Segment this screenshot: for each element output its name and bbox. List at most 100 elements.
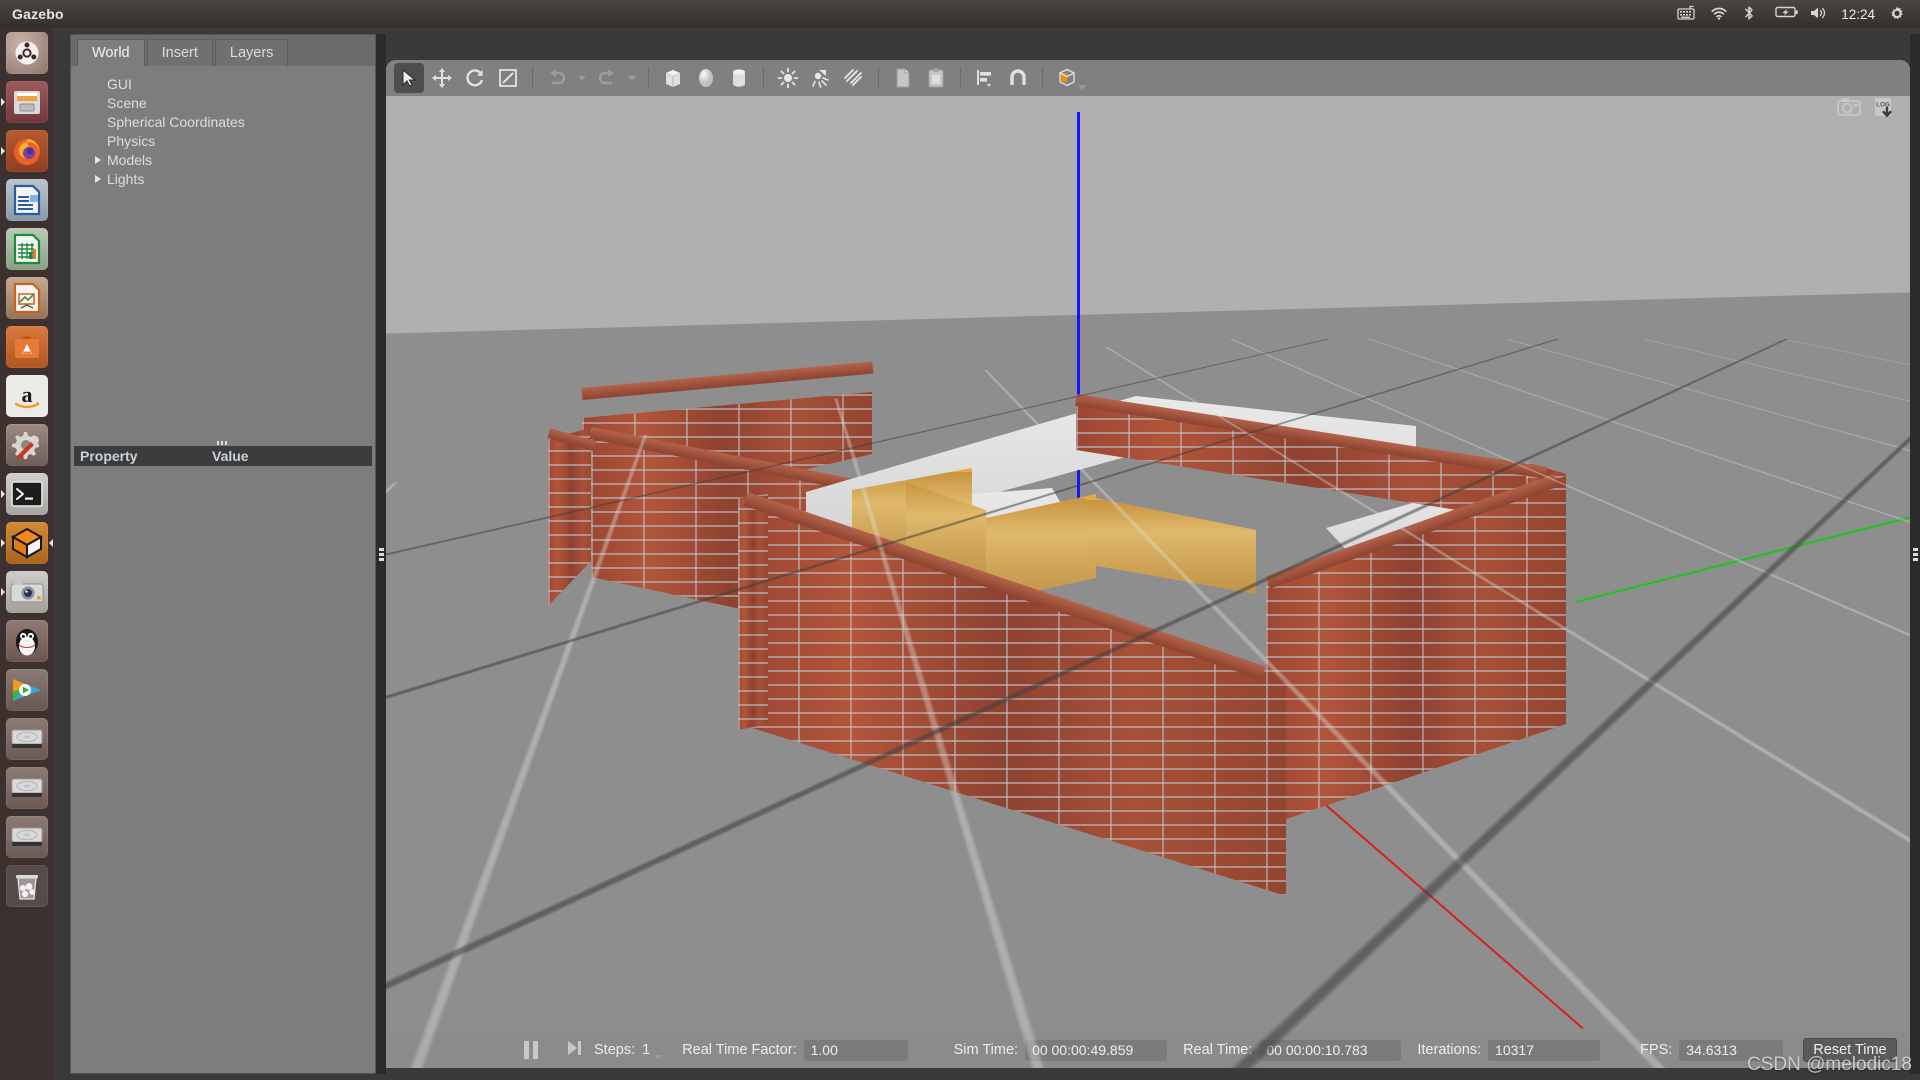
tab-layers-label: Layers xyxy=(229,45,274,61)
insert-point-light-button[interactable] xyxy=(773,63,803,93)
undo-history-button[interactable] xyxy=(575,63,589,93)
tree-item-lights[interactable]: Lights xyxy=(89,169,375,188)
column-header-property: Property xyxy=(80,448,138,464)
tree-item-physics[interactable]: Physics xyxy=(89,131,375,150)
toolbar-separator xyxy=(960,67,961,89)
launcher-item-system-settings[interactable] xyxy=(0,420,54,469)
chevron-right-icon[interactable] xyxy=(89,156,107,164)
iterations-value: 10317 xyxy=(1488,1039,1601,1061)
launcher-item-camera[interactable] xyxy=(0,567,54,616)
wifi-icon[interactable] xyxy=(1709,5,1729,23)
snap-button[interactable] xyxy=(1003,63,1033,93)
toolbar-separator xyxy=(532,67,533,89)
real-time-value: 00 00:00:10.783 xyxy=(1259,1039,1402,1061)
launcher-item-libreoffice-impress[interactable] xyxy=(0,273,54,322)
tab-layers[interactable]: Layers xyxy=(214,39,289,66)
chevron-down-icon xyxy=(578,75,586,81)
steps-label: Steps: xyxy=(594,1042,636,1058)
steps-value[interactable]: 1 xyxy=(642,1042,650,1058)
real-time-factor-label: Real Time Factor: xyxy=(682,1042,797,1058)
tree-item-gui-label: GUI xyxy=(107,75,132,92)
gear-icon[interactable] xyxy=(1888,5,1908,23)
chevron-down-icon[interactable] xyxy=(654,1055,663,1060)
redo-button[interactable] xyxy=(592,63,622,93)
rotate-mode-button[interactable] xyxy=(460,63,490,93)
launcher-item-disk-2[interactable] xyxy=(0,763,54,812)
system-tray: 12:24 xyxy=(1676,5,1920,23)
tree-item-spherical-coordinates[interactable]: Spherical Coordinates xyxy=(89,112,375,131)
launcher-item-libreoffice-writer[interactable] xyxy=(0,175,54,224)
world-tree: GUI Scene Spherical Coordinates Physics … xyxy=(71,66,375,188)
render-area[interactable]: LOG xyxy=(386,60,1910,1068)
launcher-item-firefox[interactable] xyxy=(0,126,54,175)
insert-directional-light-button[interactable] xyxy=(839,63,869,93)
tree-item-scene[interactable]: Scene xyxy=(89,93,375,112)
clock[interactable]: 12:24 xyxy=(1841,7,1875,22)
launcher-item-ubuntu-dash[interactable] xyxy=(0,28,54,77)
panel-tab-bar: World Insert Layers xyxy=(71,35,375,66)
insert-cylinder-button[interactable] xyxy=(724,63,754,93)
translate-mode-button[interactable] xyxy=(427,63,457,93)
bluetooth-icon[interactable] xyxy=(1742,5,1762,23)
launcher-item-qq[interactable] xyxy=(0,616,54,665)
tab-world[interactable]: World xyxy=(77,39,145,66)
viewport-icon-group: LOG xyxy=(1836,96,1896,125)
launcher-item-media-player[interactable] xyxy=(0,665,54,714)
toolbar-separator xyxy=(648,67,649,89)
splitter-grip-icon xyxy=(378,547,384,561)
insert-sphere-button[interactable] xyxy=(691,63,721,93)
launcher-item-ubuntu-software[interactable] xyxy=(0,322,54,371)
screenshot-button[interactable] xyxy=(1836,96,1862,125)
keyboard-icon[interactable] xyxy=(1676,5,1696,23)
launcher-item-terminal[interactable] xyxy=(0,469,54,518)
launcher-item-trash[interactable] xyxy=(0,861,54,910)
battery-icon[interactable] xyxy=(1775,5,1799,23)
launcher-item-gazebo[interactable] xyxy=(0,518,54,567)
select-mode-button[interactable] xyxy=(394,63,424,93)
log-record-button[interactable]: LOG xyxy=(1872,96,1896,125)
left-panel: World Insert Layers GUI Scene Spherical … xyxy=(70,34,376,1074)
edit-toolbar xyxy=(386,60,1910,96)
splitter-grip-icon xyxy=(1912,547,1918,561)
insert-spot-light-button[interactable] xyxy=(806,63,836,93)
launcher-item-files[interactable] xyxy=(0,77,54,126)
splitter-grip-icon xyxy=(217,441,229,445)
chevron-right-icon[interactable] xyxy=(89,175,107,183)
tree-item-models-label: Models xyxy=(107,151,153,168)
copy-button[interactable] xyxy=(888,63,918,93)
property-table-header: Property Value xyxy=(74,446,372,466)
chevron-down-icon xyxy=(1078,85,1086,90)
svg-text:a: a xyxy=(22,382,33,407)
insert-box-button[interactable] xyxy=(658,63,688,93)
toolbar-separator xyxy=(763,67,764,89)
tab-insert-label: Insert xyxy=(161,45,198,61)
tree-item-models[interactable]: Models xyxy=(89,150,375,169)
launcher-item-amazon[interactable]: a xyxy=(0,371,54,420)
view-angle-button[interactable] xyxy=(1052,63,1086,93)
watermark: CSDN @melodic18 xyxy=(1746,1054,1912,1075)
tree-item-scene-label: Scene xyxy=(107,94,147,111)
scale-mode-button[interactable] xyxy=(493,63,523,93)
redo-history-button[interactable] xyxy=(625,63,639,93)
paste-button[interactable] xyxy=(921,63,951,93)
step-forward-button[interactable] xyxy=(566,1039,582,1061)
toolbar-separator xyxy=(878,67,879,89)
launcher-item-disk-3[interactable] xyxy=(0,812,54,861)
sim-time-label: Sim Time: xyxy=(953,1042,1019,1058)
left-panel-splitter[interactable] xyxy=(376,34,386,1074)
right-panel-splitter[interactable] xyxy=(1910,34,1920,1074)
chevron-down-icon xyxy=(628,75,636,81)
launcher-item-disk-1[interactable] xyxy=(0,714,54,763)
tree-item-gui[interactable]: GUI xyxy=(89,74,375,93)
3d-viewport[interactable] xyxy=(386,96,1910,1068)
undo-button[interactable] xyxy=(542,63,572,93)
pause-button[interactable] xyxy=(524,1041,538,1059)
tab-world-label: World xyxy=(92,45,130,61)
volume-icon[interactable] xyxy=(1808,5,1828,23)
align-button[interactable] xyxy=(970,63,1000,93)
sim-time-value: 00 00:00:49.859 xyxy=(1025,1039,1168,1061)
real-time-label: Real Time: xyxy=(1183,1042,1253,1058)
launcher-item-libreoffice-calc[interactable] xyxy=(0,224,54,273)
tab-insert[interactable]: Insert xyxy=(146,39,213,66)
unity-launcher: a xyxy=(0,28,54,1080)
